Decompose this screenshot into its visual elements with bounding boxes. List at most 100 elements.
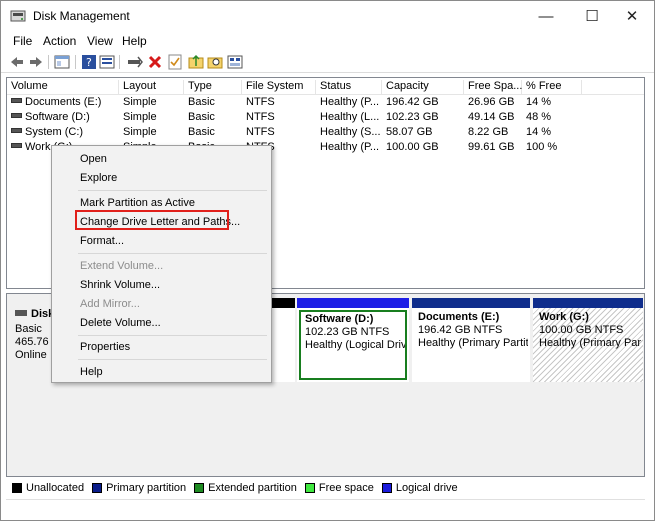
file-system-cell: NTFS	[246, 96, 275, 108]
legend-primary-partition: Primary partition	[92, 482, 186, 494]
volume-name-cell: System (C:)	[7, 126, 83, 138]
capacity-cell: 102.23 GB	[386, 111, 439, 123]
delete-icon[interactable]	[147, 54, 163, 70]
percent-free-cell: 14 %	[526, 96, 552, 108]
menu-item-delete-volume[interactable]: Delete Volume...	[80, 317, 161, 329]
partition-status: Healthy (Primary Partit	[539, 337, 641, 349]
status-cell: Healthy (S...	[320, 126, 381, 138]
table-row[interactable]: Software (D:) Simple Basic NTFS Healthy …	[7, 110, 644, 125]
free-space-cell: 26.96 GB	[468, 96, 515, 108]
drive-icon	[11, 98, 22, 103]
status-cell: Healthy (P...	[320, 96, 380, 108]
partition-bar	[412, 298, 530, 308]
check-icon[interactable]	[167, 54, 183, 70]
file-system-cell: NTFS	[246, 126, 275, 138]
view-icon[interactable]	[227, 54, 243, 70]
type-cell: Basic	[188, 96, 215, 108]
menu-item-properties[interactable]: Properties	[80, 341, 130, 353]
partition-software[interactable]: Software (D:) 102.23 GB NTFS Healthy (Lo…	[297, 298, 409, 382]
legend-logical-drive: Logical drive	[381, 482, 458, 494]
menu-item-explore[interactable]: Explore	[80, 172, 117, 184]
connect-icon[interactable]	[127, 54, 143, 70]
table-row[interactable]: System (C:) Simple Basic NTFS Healthy (S…	[7, 125, 644, 140]
table-row[interactable]: Documents (E:) Simple Basic NTFS Healthy…	[7, 95, 644, 110]
partition-documents[interactable]: Documents (E:) 196.42 GB NTFS Healthy (P…	[412, 298, 530, 382]
partition-work[interactable]: Work (G:) 100.00 GB NTFS Healthy (Primar…	[533, 298, 643, 382]
menu-item-help[interactable]: Help	[80, 366, 103, 378]
legend-label: Unallocated	[26, 482, 85, 494]
type-cell: Basic	[188, 111, 215, 123]
menu-separator	[78, 253, 267, 254]
column-header-free-space[interactable]: Free Spa...	[464, 80, 522, 95]
menu-item-mark-partition-active[interactable]: Mark Partition as Active	[80, 197, 195, 209]
menu-item-format[interactable]: Format...	[80, 235, 124, 247]
menu-item-add-mirror: Add Mirror...	[80, 298, 140, 310]
menu-item-open[interactable]: Open	[80, 153, 107, 165]
volume-name: Software (D:)	[25, 111, 90, 123]
menu-item-shrink-volume[interactable]: Shrink Volume...	[80, 279, 160, 291]
back-arrow-icon[interactable]	[9, 54, 25, 70]
type-cell: Basic	[188, 126, 215, 138]
capacity-cell: 196.42 GB	[386, 96, 439, 108]
show-hide-console-icon[interactable]	[54, 54, 70, 70]
percent-free-cell: 100 %	[526, 141, 558, 153]
search-icon[interactable]	[207, 54, 223, 70]
partition-size: 102.23 GB NTFS	[305, 326, 390, 338]
menu-help[interactable]: Help	[122, 34, 147, 48]
free-space-cell: 8.22 GB	[468, 126, 509, 138]
partition-size: 100.00 GB NTFS	[539, 324, 624, 336]
menu-file[interactable]: File	[13, 34, 32, 48]
help-icon[interactable]: ?	[81, 54, 97, 70]
volume-name: Documents (E:)	[25, 96, 102, 108]
legend-swatch	[12, 483, 22, 493]
capacity-cell: 58.07 GB	[386, 126, 433, 138]
close-button[interactable]: ✕	[609, 1, 655, 31]
context-menu: Open Explore Mark Partition as Active Ch…	[51, 145, 272, 383]
column-header-volume[interactable]: Volume	[7, 80, 119, 95]
folder-up-icon[interactable]	[188, 54, 204, 70]
column-header-file-system[interactable]: File System	[242, 80, 316, 95]
menu-separator	[78, 190, 267, 191]
menu-separator	[78, 359, 267, 360]
layout-cell: Simple	[123, 96, 157, 108]
partition-status: Healthy (Primary Partiti	[418, 337, 528, 349]
percent-free-cell: 14 %	[526, 126, 552, 138]
partition-name: Software (D:)	[305, 313, 374, 325]
column-header-layout[interactable]: Layout	[119, 80, 184, 95]
free-space-cell: 49.14 GB	[468, 111, 515, 123]
toolbar-separator	[75, 55, 76, 69]
legend-label: Free space	[318, 482, 374, 494]
disk-management-window: Disk Management — ☐ ✕ File Action View H…	[0, 0, 655, 521]
partition-status: Healthy (Logical Driv	[305, 339, 407, 351]
minimize-button[interactable]: —	[523, 1, 569, 31]
layout-cell: Simple	[123, 126, 157, 138]
status-cell: Healthy (P...	[320, 141, 380, 153]
drive-icon	[11, 143, 22, 148]
capacity-cell: 100.00 GB	[386, 141, 439, 153]
column-header-status[interactable]: Status	[316, 80, 382, 95]
menu-view[interactable]: View	[87, 34, 113, 48]
status-cell: Healthy (L...	[320, 111, 380, 123]
partition-size: 196.42 GB NTFS	[418, 324, 503, 336]
disk-icon	[15, 310, 27, 316]
legend-swatch	[194, 483, 205, 493]
legend-label: Extended partition	[208, 482, 297, 494]
column-header-type[interactable]: Type	[184, 80, 242, 95]
drive-icon	[11, 128, 22, 133]
partition-body: Work (G:) 100.00 GB NTFS Healthy (Primar…	[535, 310, 641, 380]
partition-system[interactable]	[271, 298, 295, 382]
menu-item-extend-volume: Extend Volume...	[80, 260, 164, 272]
column-header-percent-free[interactable]: % Free	[522, 80, 582, 95]
forward-arrow-icon[interactable]	[28, 54, 44, 70]
column-header-capacity[interactable]: Capacity	[382, 80, 464, 95]
percent-free-cell: 48 %	[526, 111, 552, 123]
menu-action[interactable]: Action	[43, 34, 76, 48]
file-system-cell: NTFS	[246, 111, 275, 123]
highlight-box	[75, 210, 229, 230]
partition-body: Documents (E:) 196.42 GB NTFS Healthy (P…	[414, 310, 528, 380]
legend-swatch	[92, 483, 103, 493]
properties-icon[interactable]	[99, 54, 115, 70]
partition-name: Work (G:)	[539, 311, 589, 323]
volume-name: System (C:)	[25, 126, 84, 138]
disk-type: Basic	[15, 323, 42, 335]
